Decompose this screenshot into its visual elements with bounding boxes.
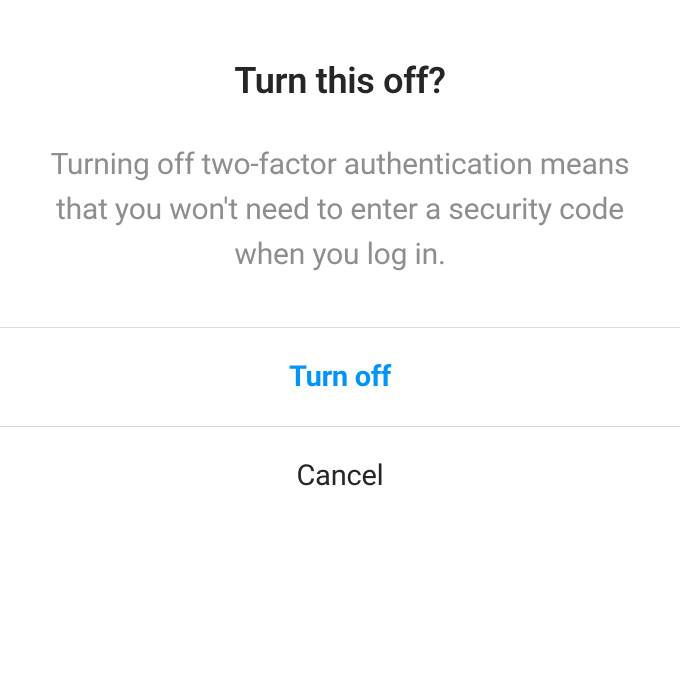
dialog-actions: Turn off Cancel xyxy=(0,327,680,694)
dialog-title: Turn this off? xyxy=(40,60,640,102)
cancel-button[interactable]: Cancel xyxy=(0,426,680,525)
dialog-content: Turn this off? Turning off two-factor au… xyxy=(0,0,680,327)
dialog-body: Turning off two-factor authentica­tion m… xyxy=(40,142,640,277)
turn-off-button[interactable]: Turn off xyxy=(0,327,680,426)
